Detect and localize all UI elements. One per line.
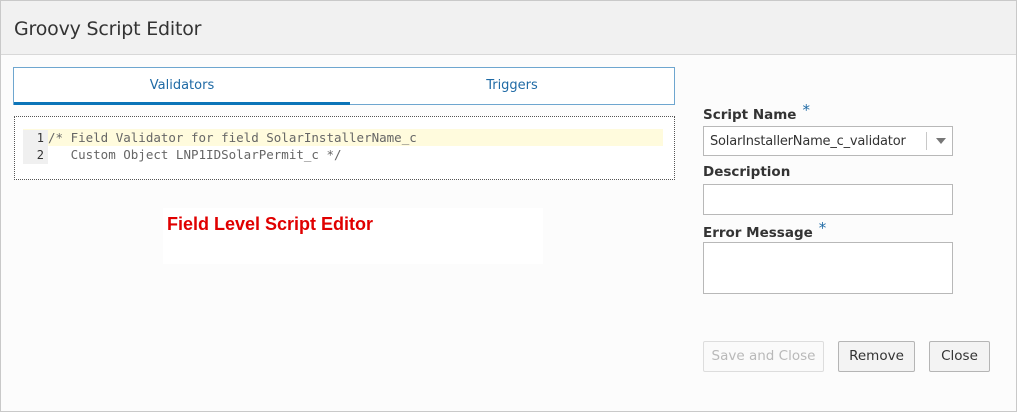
chevron-down-icon[interactable] [936, 138, 946, 144]
code-line: 1/* Field Validator for field SolarInsta… [23, 129, 663, 147]
code-area[interactable]: 1/* Field Validator for field SolarInsta… [23, 129, 663, 164]
script-type-tabs: Validators Triggers [13, 67, 675, 105]
error-message-label-text: Error Message [703, 225, 813, 241]
line-number: 2 [23, 147, 48, 164]
script-name-label: Script Name * [703, 101, 810, 123]
description-label: Description [703, 164, 790, 180]
tab-triggers[interactable]: Triggers [350, 68, 674, 104]
script-name-label-text: Script Name [703, 107, 797, 123]
error-message-textarea[interactable] [703, 242, 953, 294]
code-text: Custom Object LNP1IDSolarPermit_c */ [48, 147, 342, 162]
select-divider [926, 132, 927, 150]
groovy-script-editor-dialog: Groovy Script Editor Validators Triggers… [0, 0, 1017, 412]
tab-validators[interactable]: Validators [14, 68, 350, 105]
line-number: 1 [23, 130, 48, 147]
dialog-header: Groovy Script Editor [1, 1, 1016, 55]
required-indicator: * [802, 101, 810, 119]
script-name-value: SolarInstallerName_c_validator [710, 134, 906, 149]
description-input[interactable] [703, 184, 953, 215]
error-message-label: Error Message * [703, 219, 826, 241]
annotation-callout: Field Level Script Editor [163, 208, 543, 264]
script-name-select[interactable]: SolarInstallerName_c_validator [703, 126, 953, 156]
remove-button[interactable]: Remove [838, 341, 915, 372]
code-text: /* Field Validator for field SolarInstal… [48, 130, 417, 145]
code-line: 2 Custom Object LNP1IDSolarPermit_c */ [23, 146, 663, 164]
description-label-text: Description [703, 164, 791, 180]
callout-text: Field Level Script Editor [167, 214, 374, 234]
dialog-title: Groovy Script Editor [14, 18, 202, 40]
code-editor[interactable]: 1/* Field Validator for field SolarInsta… [14, 116, 675, 180]
save-and-close-button[interactable]: Save and Close [703, 341, 824, 372]
close-button[interactable]: Close [929, 341, 990, 372]
required-indicator: * [818, 219, 827, 237]
